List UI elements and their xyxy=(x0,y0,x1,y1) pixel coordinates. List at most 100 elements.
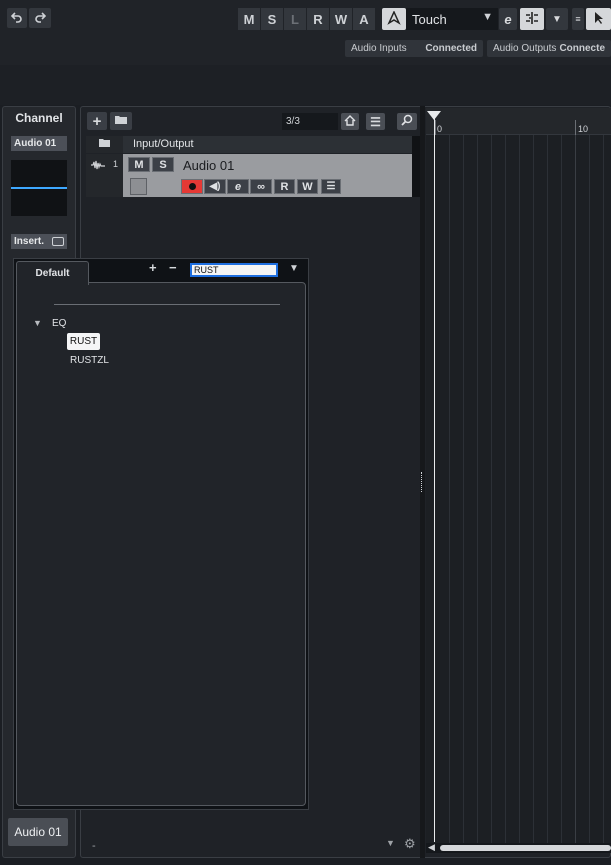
redo-button[interactable] xyxy=(29,8,51,28)
footer-expand-icon[interactable]: ▼ xyxy=(386,838,395,848)
track-search-button[interactable] xyxy=(397,113,417,130)
inserts-label: Insert. xyxy=(14,236,45,247)
toolbar-automation-button[interactable]: A xyxy=(353,8,375,30)
project-cursor-line xyxy=(434,118,435,842)
add-track-button[interactable]: + xyxy=(87,112,107,130)
pointer-icon xyxy=(593,11,605,28)
folder-icon xyxy=(98,138,111,151)
speaker-icon: ◀) xyxy=(209,181,221,192)
automation-mode-select[interactable]: Touch ▼ xyxy=(406,8,498,30)
waveform-icon xyxy=(90,160,106,173)
e-icon: e xyxy=(234,180,242,193)
preset-search-input[interactable]: RUST xyxy=(190,263,278,277)
toolbar-mute-button[interactable]: M xyxy=(238,8,260,30)
audio-inputs-label: Audio Inputs xyxy=(351,43,407,54)
grid-line xyxy=(533,135,534,843)
grid-line xyxy=(477,135,478,843)
category-expand-icon[interactable]: ▼ xyxy=(33,318,42,328)
monitor-button[interactable]: ◀) xyxy=(204,179,226,194)
preset-result-selected[interactable]: RUST xyxy=(67,333,100,350)
search-icon xyxy=(401,114,413,129)
footer-dash: - xyxy=(92,840,96,852)
toolbar-listen-button[interactable]: L xyxy=(284,8,306,30)
home-icon xyxy=(344,114,356,129)
track-lanes-button[interactable]: ☰ xyxy=(321,179,341,194)
record-enable-button[interactable] xyxy=(181,179,203,194)
preset-tab-default[interactable]: Default xyxy=(16,261,89,285)
split-tool-icon xyxy=(524,11,540,28)
ruler-mark-0: 0 xyxy=(437,124,443,134)
grid-line xyxy=(519,135,520,843)
track-edit-button[interactable]: e xyxy=(227,179,249,194)
grid-line xyxy=(491,135,492,843)
inspector-bottom-channel[interactable]: Audio 01 xyxy=(8,818,68,846)
grid-line xyxy=(449,135,450,843)
add-preset-button[interactable]: + xyxy=(149,260,157,275)
redo-icon xyxy=(34,11,47,26)
track-write-button[interactable]: W xyxy=(297,179,318,194)
undo-button[interactable] xyxy=(7,8,27,28)
audio-inputs-chip[interactable]: Audio Inputs Connected xyxy=(345,40,483,57)
inserts-button[interactable]: Insert. xyxy=(11,234,67,249)
horizontal-scrollbar[interactable]: ◀ xyxy=(426,842,611,853)
chevron-down-icon: ▼ xyxy=(552,13,562,25)
split-tool-button[interactable] xyxy=(520,8,544,30)
track-list-scroll-edge xyxy=(412,136,420,197)
track-list-menu-button[interactable]: ☰ xyxy=(366,113,385,130)
audio-outputs-status: Connecte xyxy=(559,43,605,54)
ruler-tick-10 xyxy=(575,120,576,135)
track-name[interactable]: Audio 01 xyxy=(183,158,234,173)
track-counter: 3/3 xyxy=(282,113,338,130)
scroll-thumb[interactable] xyxy=(440,845,611,851)
chevron-down-icon: ▼ xyxy=(482,11,493,23)
project-cursor-marker[interactable] xyxy=(427,111,441,120)
e-icon: e xyxy=(504,11,512,27)
link-button[interactable]: ∞ xyxy=(250,179,272,194)
preset-tab-label: Default xyxy=(35,268,70,279)
meter-level-line xyxy=(11,187,67,189)
audio-inputs-status: Connected xyxy=(425,43,477,54)
audio-outputs-chip[interactable]: Audio Outputs Connecte xyxy=(487,40,611,57)
track-channel-color[interactable] xyxy=(130,178,147,195)
folder-icon-cell xyxy=(86,136,123,153)
grid-line xyxy=(575,135,576,843)
splitter-handle-icon[interactable] xyxy=(421,472,424,492)
toolbar-read-button[interactable]: R xyxy=(307,8,329,30)
tool-dropdown-button[interactable]: ▼ xyxy=(546,8,568,30)
track-home-button[interactable] xyxy=(341,113,359,130)
scroll-left-icon[interactable]: ◀ xyxy=(428,842,435,853)
pointer-tool-button[interactable] xyxy=(586,8,611,30)
automation-arrow-icon xyxy=(387,9,401,28)
track-mute-button[interactable]: M xyxy=(128,157,150,172)
ruler-mark-10: 10 xyxy=(578,124,589,134)
grid-line xyxy=(505,135,506,843)
grid-line xyxy=(603,135,604,843)
lanes-icon: ☰ xyxy=(326,181,336,192)
remove-preset-button[interactable]: − xyxy=(169,260,177,275)
folder-track-name: Input/Output xyxy=(133,138,194,150)
plus-icon: + xyxy=(92,112,102,130)
audio-outputs-label: Audio Outputs xyxy=(493,43,557,54)
gear-icon[interactable]: ⚙ xyxy=(404,836,416,852)
inspector-channel-name[interactable]: Audio 01 xyxy=(11,136,67,151)
inspector-title: Channel xyxy=(15,111,63,125)
ruler-tick-0 xyxy=(435,120,436,135)
toolbar-write-button[interactable]: W xyxy=(330,8,352,30)
automation-icon-button[interactable] xyxy=(382,8,406,30)
edit-e-button[interactable]: e xyxy=(499,8,517,30)
toolbar-divider xyxy=(0,65,611,105)
search-dropdown-icon[interactable]: ▼ xyxy=(289,263,299,274)
grid-line xyxy=(463,135,464,843)
track-number: 1 xyxy=(113,159,119,169)
folder-track-row[interactable]: Input/Output xyxy=(86,136,412,153)
track-read-button[interactable]: R xyxy=(274,179,295,194)
toolbar-menu-button[interactable]: ≡ xyxy=(572,8,584,30)
preset-category-eq[interactable]: EQ xyxy=(52,318,66,329)
preset-result-item[interactable]: RUSTZL xyxy=(70,355,109,366)
add-track-folder-button[interactable] xyxy=(110,112,132,130)
inspector-meter xyxy=(11,160,67,216)
toolbar-solo-button[interactable]: S xyxy=(261,8,283,30)
link-icon: ∞ xyxy=(257,180,265,193)
folder-add-icon xyxy=(114,114,128,128)
track-solo-button[interactable]: S xyxy=(152,157,174,172)
